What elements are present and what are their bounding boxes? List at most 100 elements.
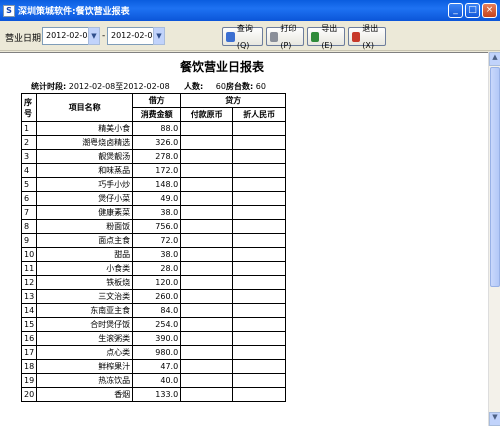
row-amount: 133.0 xyxy=(132,387,182,402)
row-amount: 49.0 xyxy=(132,191,182,206)
tables-info: 房台数: 60 xyxy=(226,81,266,92)
table-row: 16 生滚粥类 390.0 xyxy=(20,331,287,346)
row-pay xyxy=(180,359,234,374)
report-table: 序号 项目名称 借方 贷方 消费金额 付款原币 折人民币 1 精美小食 88.0 2… xyxy=(20,93,287,402)
row-rmb xyxy=(232,331,287,346)
row-name: 铁板烧 xyxy=(36,275,134,290)
row-name: 和味蒸品 xyxy=(36,163,134,178)
close-button[interactable]: × xyxy=(482,3,497,18)
row-pay xyxy=(180,121,234,136)
table-row: 11 小食类 28.0 xyxy=(20,261,287,276)
export-button-label: 导出(E) xyxy=(321,23,338,50)
row-rmb xyxy=(232,289,287,304)
print-button[interactable]: 打印(P) xyxy=(266,24,304,50)
row-name: 健康素菜 xyxy=(36,205,134,220)
row-pay xyxy=(180,219,234,234)
row-name: 合时煲仔饭 xyxy=(36,317,134,332)
row-pay xyxy=(180,331,234,346)
row-pay xyxy=(180,191,234,206)
report-title: 餐饮营业日报表 xyxy=(180,60,265,74)
row-rmb xyxy=(232,247,287,262)
row-name: 香烟 xyxy=(36,387,134,402)
query-button-label: 查询(Q) xyxy=(236,23,253,50)
row-amount: 84.0 xyxy=(132,303,182,318)
table-row: 19 热冻饮品 40.0 xyxy=(20,373,287,388)
print-button-label: 打印(P) xyxy=(280,23,297,50)
row-pay xyxy=(180,163,234,178)
table-row: 12 铁板烧 120.0 xyxy=(20,275,287,290)
row-amount: 47.0 xyxy=(132,359,182,374)
table-row: 8 粉面饭 756.0 xyxy=(20,219,287,234)
row-name: 热冻饮品 xyxy=(36,373,134,388)
table-row: 3 靓煲靓汤 278.0 xyxy=(20,149,287,164)
scroll-up-icon[interactable]: ▲ xyxy=(489,52,500,66)
row-amount: 254.0 xyxy=(132,317,182,332)
table-row: 13 三文治类 260.0 xyxy=(20,289,287,304)
exit-icon xyxy=(352,31,361,42)
row-name: 鲜榨果汁 xyxy=(36,359,134,374)
header-credit: 贷方 xyxy=(180,93,287,108)
row-idx: 14 xyxy=(20,303,38,318)
row-rmb xyxy=(232,275,287,290)
period-value: 2012-02-08至2012-02-08 xyxy=(68,82,170,91)
exit-button[interactable]: 退出(X) xyxy=(348,24,386,50)
row-idx: 16 xyxy=(20,331,38,346)
row-pay xyxy=(180,205,234,220)
window-title: 深圳策城软件:餐饮营业报表 xyxy=(18,7,130,17)
row-rmb xyxy=(232,177,287,192)
row-name: 三文治类 xyxy=(36,289,134,304)
export-icon xyxy=(311,31,320,42)
chevron-down-icon[interactable]: ▼ xyxy=(153,27,165,45)
row-pay xyxy=(180,247,234,262)
row-amount: 172.0 xyxy=(132,163,182,178)
scrollbar-thumb[interactable] xyxy=(490,67,500,287)
row-rmb xyxy=(232,191,287,206)
header-pay: 付款原币 xyxy=(180,107,234,122)
table-row: 17 点心类 980.0 xyxy=(20,345,287,360)
row-idx: 18 xyxy=(20,359,38,374)
row-rmb xyxy=(232,359,287,374)
people-info: 人数: 60 xyxy=(184,81,226,92)
row-pay xyxy=(180,317,234,332)
table-row: 14 东南亚主食 84.0 xyxy=(20,303,287,318)
row-name: 面点主食 xyxy=(36,233,134,248)
row-amount: 260.0 xyxy=(132,289,182,304)
minimize-button[interactable]: _ xyxy=(448,3,463,18)
row-pay xyxy=(180,345,234,360)
row-rmb xyxy=(232,261,287,276)
maximize-button[interactable]: □ xyxy=(465,3,480,18)
row-amount: 278.0 xyxy=(132,149,182,164)
row-rmb xyxy=(232,149,287,164)
row-idx: 1 xyxy=(20,121,38,136)
row-rmb xyxy=(232,345,287,360)
row-amount: 38.0 xyxy=(132,205,182,220)
title-bar: S 深圳策城软件:餐饮营业报表 _ □ × xyxy=(0,0,500,21)
date-separator: - xyxy=(102,31,106,41)
row-pay xyxy=(180,135,234,150)
row-amount: 148.0 xyxy=(132,177,182,192)
table-row: 10 甜品 38.0 xyxy=(20,247,287,262)
row-idx: 15 xyxy=(20,317,38,332)
row-amount: 390.0 xyxy=(132,331,182,346)
table-row: 1 精美小食 88.0 xyxy=(20,121,287,136)
row-idx: 2 xyxy=(20,135,38,150)
row-amount: 88.0 xyxy=(132,121,182,136)
export-button[interactable]: 导出(E) xyxy=(307,24,345,50)
header-debit: 借方 xyxy=(132,93,182,108)
vertical-scrollbar[interactable]: ▲ ▼ xyxy=(488,52,500,426)
query-button[interactable]: 查询(Q) xyxy=(222,24,263,50)
tables-value: 60 xyxy=(255,82,266,91)
row-rmb xyxy=(232,373,287,388)
row-pay xyxy=(180,177,234,192)
row-name: 东南亚主食 xyxy=(36,303,134,318)
row-rmb xyxy=(232,303,287,318)
row-name: 煲仔小菜 xyxy=(36,191,134,206)
row-name: 潮粤烧卤精选 xyxy=(36,135,134,150)
row-idx: 17 xyxy=(20,345,38,360)
people-label: 人数: xyxy=(184,82,204,91)
chevron-down-icon[interactable]: ▼ xyxy=(88,27,100,45)
row-amount: 326.0 xyxy=(132,135,182,150)
row-pay xyxy=(180,373,234,388)
row-idx: 8 xyxy=(20,219,38,234)
scroll-down-icon[interactable]: ▼ xyxy=(489,412,500,426)
